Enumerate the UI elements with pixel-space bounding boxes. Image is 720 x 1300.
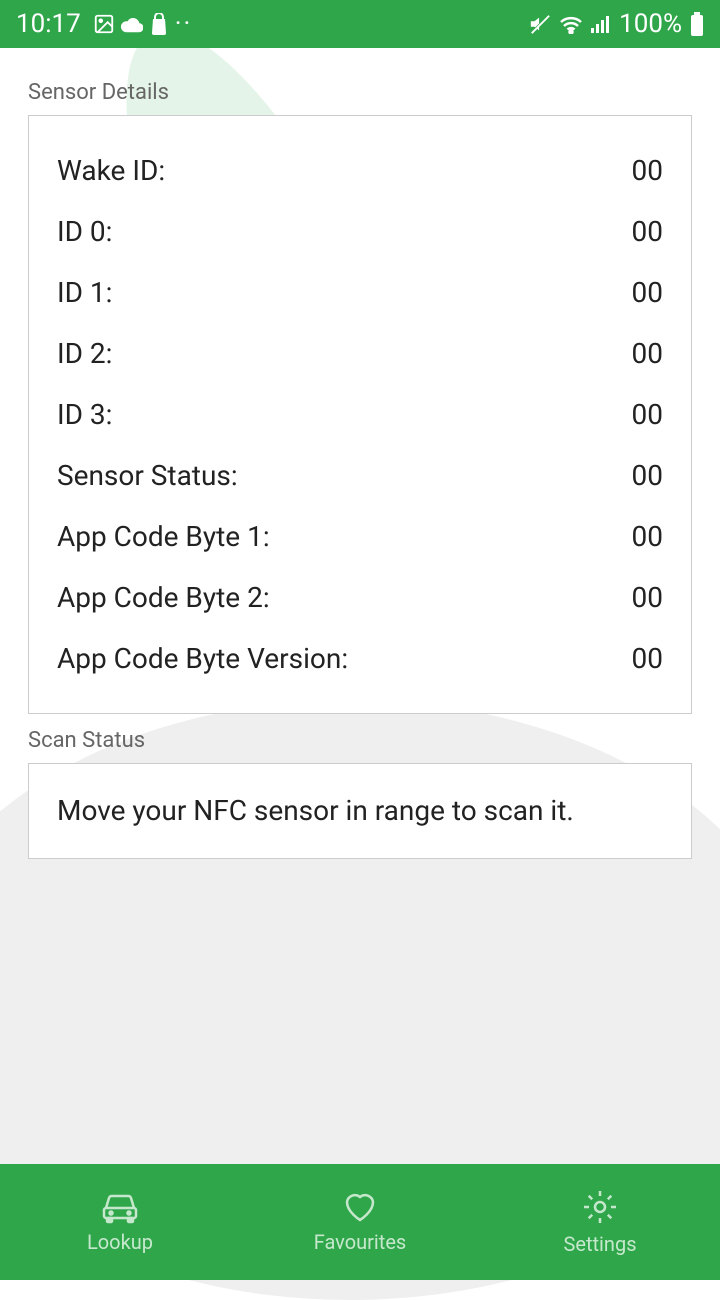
- sensor-row-wake-id: Wake ID: 00: [57, 140, 663, 201]
- row-label: App Code Byte Version:: [57, 642, 348, 675]
- nav-lookup[interactable]: Lookup: [0, 1164, 240, 1280]
- heart-icon: [340, 1190, 380, 1224]
- row-label: Sensor Status:: [57, 459, 238, 492]
- scan-status-message: Move your NFC sensor in range to scan it…: [57, 794, 574, 827]
- battery-icon: [690, 12, 704, 36]
- gear-icon: [581, 1188, 619, 1226]
- row-label: App Code Byte 1:: [57, 520, 270, 553]
- status-time: 10:17: [16, 9, 81, 39]
- car-icon: [100, 1190, 140, 1224]
- nav-settings[interactable]: Settings: [480, 1164, 720, 1280]
- sensor-details-card: Wake ID: 00 ID 0: 00 ID 1: 00 ID 2: 00 I…: [28, 115, 692, 714]
- sensor-row-app-code-2: App Code Byte 2: 00: [57, 567, 663, 628]
- row-value: 00: [632, 154, 663, 187]
- row-label: ID 2:: [57, 337, 112, 370]
- sensor-row-app-code-version: App Code Byte Version: 00: [57, 628, 663, 689]
- sensor-row-id-1: ID 1: 00: [57, 262, 663, 323]
- mute-icon: [529, 13, 551, 35]
- row-value: 00: [632, 276, 663, 309]
- sensor-details-label: Sensor Details: [28, 80, 692, 105]
- row-label: ID 1:: [57, 276, 112, 309]
- wifi-icon: [559, 14, 583, 34]
- row-value: 00: [632, 398, 663, 431]
- bag-icon: [149, 13, 169, 35]
- scan-status-label: Scan Status: [28, 728, 692, 753]
- row-label: ID 0:: [57, 215, 112, 248]
- sensor-row-id-3: ID 3: 00: [57, 384, 663, 445]
- sensor-row-id-0: ID 0: 00: [57, 201, 663, 262]
- signal-icon: [591, 15, 611, 33]
- battery-percent: 100%: [619, 9, 682, 39]
- row-value: 00: [632, 459, 663, 492]
- row-value: 00: [632, 520, 663, 553]
- image-icon: [93, 13, 115, 35]
- row-value: 00: [632, 581, 663, 614]
- nav-label: Lookup: [87, 1230, 153, 1254]
- sensor-row-app-code-1: App Code Byte 1: 00: [57, 506, 663, 567]
- nav-label: Settings: [563, 1232, 636, 1256]
- sensor-row-id-2: ID 2: 00: [57, 323, 663, 384]
- nav-label: Favourites: [314, 1230, 407, 1254]
- row-label: Wake ID:: [57, 154, 165, 187]
- scan-status-card: Move your NFC sensor in range to scan it…: [28, 763, 692, 859]
- row-label: ID 3:: [57, 398, 112, 431]
- cloud-icon: [121, 15, 143, 33]
- bottom-nav: Lookup Favourites Settings: [0, 1164, 720, 1280]
- status-left-icons: ··: [93, 9, 193, 39]
- row-value: 00: [632, 215, 663, 248]
- row-label: App Code Byte 2:: [57, 581, 270, 614]
- status-bar: 10:17 ·· 100%: [0, 0, 720, 48]
- row-value: 00: [632, 337, 663, 370]
- nav-favourites[interactable]: Favourites: [240, 1164, 480, 1280]
- row-value: 00: [632, 642, 663, 675]
- sensor-row-status: Sensor Status: 00: [57, 445, 663, 506]
